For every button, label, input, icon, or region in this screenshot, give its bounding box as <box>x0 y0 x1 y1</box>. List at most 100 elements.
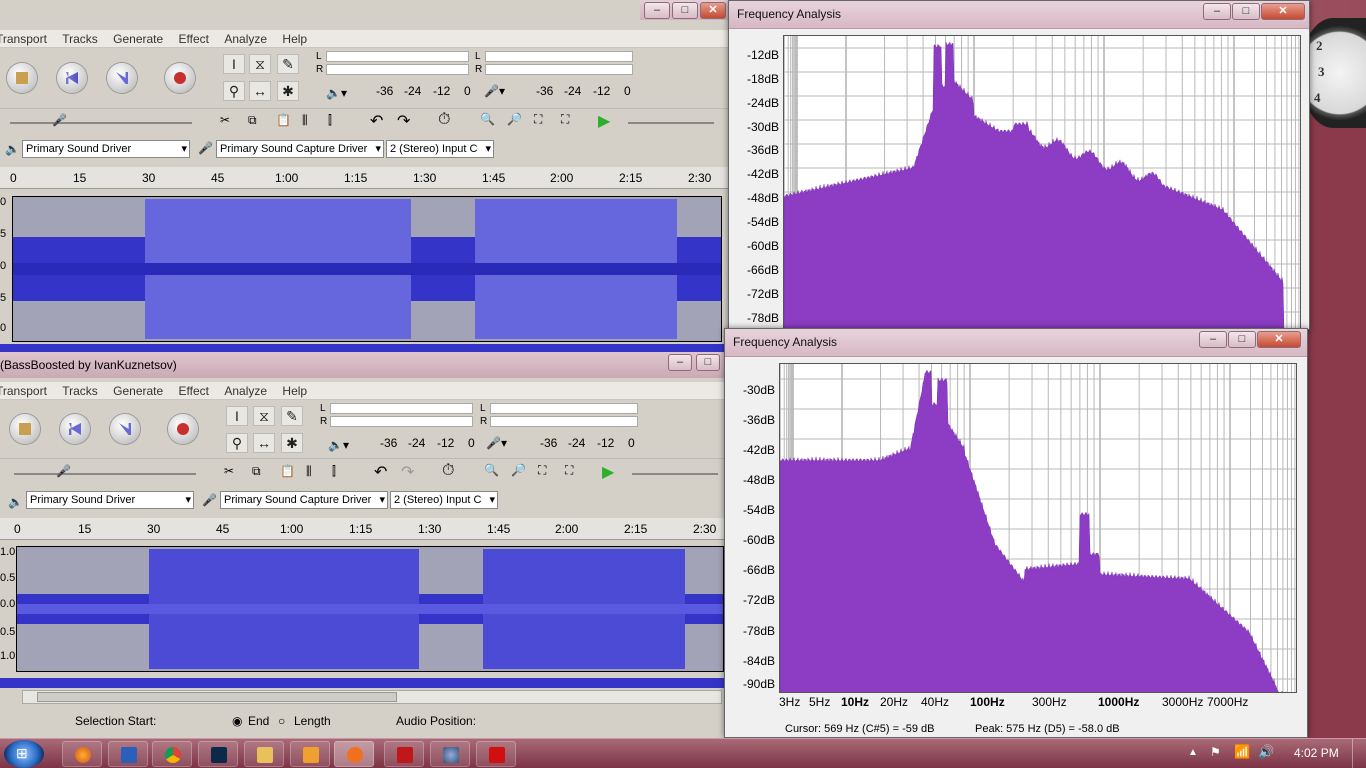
record-button[interactable] <box>165 63 195 93</box>
maximize-button[interactable]: □ <box>1232 3 1260 20</box>
timeline-ruler[interactable]: 0 15 30 45 1:00 1:15 1:30 1:45 2:00 2:15… <box>0 167 728 189</box>
record-meter[interactable]: L R <box>480 402 640 438</box>
undo-icon[interactable]: ↶ <box>370 111 383 131</box>
draw-tool[interactable]: ✎ <box>277 54 299 74</box>
menu-tracks[interactable]: Tracks <box>62 32 98 46</box>
record-button[interactable] <box>168 414 198 444</box>
menu-tracks[interactable]: Tracks <box>62 384 98 398</box>
draw-tool[interactable]: ✎ <box>281 406 303 426</box>
waveform-track[interactable] <box>16 546 724 672</box>
spectrum-plot[interactable] <box>779 363 1297 693</box>
action-center-icon[interactable]: ⚑ <box>1210 745 1221 759</box>
taskbar-app-acrobat[interactable] <box>476 741 516 767</box>
channels-select[interactable]: 2 (Stereo) Input C <box>386 140 494 158</box>
length-radio[interactable]: ○ <box>278 714 285 728</box>
record-meter[interactable]: L R <box>475 50 635 86</box>
cut-icon[interactable]: ✂ <box>224 464 234 478</box>
taskbar-app-audacity[interactable] <box>334 741 374 767</box>
menu-transport[interactable]: Transport <box>0 384 47 398</box>
minimize-button[interactable]: – <box>644 2 670 19</box>
minimize-button[interactable]: – <box>1199 331 1227 348</box>
timeshift-tool[interactable]: ↔ <box>249 81 271 101</box>
taskbar-app-explorer[interactable] <box>244 741 284 767</box>
play-speed-slider[interactable] <box>628 122 714 124</box>
selection-tool[interactable]: I <box>223 54 245 74</box>
output-device-select[interactable]: Primary Sound Driver <box>22 140 190 158</box>
start-button[interactable]: ⊞ <box>4 740 44 768</box>
zoom-out-icon[interactable]: 🔎 <box>511 463 526 477</box>
playback-meter[interactable]: L R <box>320 402 475 438</box>
volume-icon[interactable]: 🔊 <box>1258 744 1274 760</box>
zoom-out-icon[interactable]: 🔎 <box>507 112 522 126</box>
play-at-speed-icon[interactable]: ▶ <box>602 462 614 482</box>
menu-generate[interactable]: Generate <box>113 32 163 46</box>
maximize-button[interactable]: □ <box>672 2 698 19</box>
stop-button[interactable] <box>7 63 37 93</box>
horizontal-scrollbar[interactable] <box>22 690 722 704</box>
zoom-in-icon[interactable]: 🔍 <box>480 112 495 126</box>
skip-start-button[interactable] <box>60 414 90 444</box>
envelope-tool[interactable]: ⧖ <box>249 54 271 74</box>
menu-effect[interactable]: Effect <box>179 384 209 398</box>
show-hidden-icons-icon[interactable]: ▲ <box>1188 747 1198 758</box>
cut-icon[interactable]: ✂ <box>220 113 230 127</box>
input-device-select[interactable]: Primary Sound Capture Driver <box>220 491 388 509</box>
multi-tool[interactable]: ✱ <box>277 81 299 101</box>
maximize-button[interactable]: □ <box>1228 331 1256 348</box>
timeline-ruler[interactable]: 0 15 30 45 1:00 1:15 1:30 1:45 2:00 2:15… <box>0 518 728 540</box>
fit-selection-icon[interactable]: ⛶ <box>534 112 542 127</box>
envelope-tool[interactable]: ⧖ <box>253 406 275 426</box>
sync-lock-icon[interactable]: ⏱ <box>442 462 454 480</box>
show-desktop-button[interactable] <box>1352 739 1366 768</box>
minimize-button[interactable]: – <box>1203 3 1231 20</box>
paste-icon[interactable]: 📋 <box>280 464 295 478</box>
silence-icon[interactable]: ⫿ <box>332 464 336 479</box>
scrollbar-thumb[interactable] <box>37 692 397 702</box>
waveform-track[interactable] <box>12 196 722 342</box>
sync-lock-icon[interactable]: ⏱ <box>438 111 450 129</box>
copy-icon[interactable]: ⧉ <box>248 113 257 128</box>
speaker-icon[interactable]: 🔈▾ <box>326 86 347 100</box>
maximize-button[interactable]: □ <box>696 354 720 371</box>
playback-meter[interactable]: L R <box>316 50 471 86</box>
undo-icon[interactable]: ↶ <box>374 462 387 482</box>
fit-project-icon[interactable]: ⛶ <box>565 463 573 478</box>
play-at-speed-icon[interactable]: ▶ <box>598 111 610 131</box>
menu-effect[interactable]: Effect <box>179 32 209 46</box>
gain-slider[interactable] <box>10 122 90 124</box>
gain-slider[interactable] <box>14 473 94 475</box>
timeshift-tool[interactable]: ↔ <box>253 433 275 453</box>
output-device-select[interactable]: Primary Sound Driver <box>26 491 194 509</box>
network-icon[interactable]: 📶 <box>1234 744 1250 760</box>
spectrum-plot[interactable] <box>783 35 1301 329</box>
fit-selection-icon[interactable]: ⛶ <box>538 463 546 478</box>
trim-icon[interactable]: ⫼ <box>306 464 312 479</box>
zoom-tool[interactable]: ⚲ <box>223 81 245 101</box>
taskbar-app-firefox[interactable] <box>62 741 102 767</box>
menu-analyze[interactable]: Analyze <box>224 384 267 398</box>
input-volume-slider[interactable] <box>80 122 192 124</box>
close-button[interactable]: ✕ <box>700 2 726 19</box>
taskbar-app-photoshop[interactable] <box>198 741 238 767</box>
trim-icon[interactable]: ⫼ <box>302 113 308 128</box>
minimize-button[interactable]: – <box>668 354 692 371</box>
fit-project-icon[interactable]: ⛶ <box>561 112 569 127</box>
close-button[interactable]: ✕ <box>1257 331 1301 348</box>
copy-icon[interactable]: ⧉ <box>252 464 261 479</box>
speaker-icon[interactable]: 🔈▾ <box>328 438 349 452</box>
redo-icon[interactable]: ↷ <box>401 462 414 482</box>
system-clock[interactable]: 4:02 PM <box>1294 746 1339 760</box>
channels-select[interactable]: 2 (Stereo) Input C <box>390 491 498 509</box>
skip-end-button[interactable] <box>110 414 140 444</box>
close-button[interactable]: ✕ <box>1261 3 1305 20</box>
taskbar-app-network-tool[interactable] <box>430 741 470 767</box>
redo-icon[interactable]: ↷ <box>397 111 410 131</box>
menu-transport[interactable]: Transport <box>0 32 47 46</box>
menu-analyze[interactable]: Analyze <box>224 32 267 46</box>
microphone-icon[interactable]: 🎤▾ <box>486 436 507 450</box>
taskbar-app-mcafee[interactable] <box>384 741 424 767</box>
skip-start-button[interactable] <box>57 63 87 93</box>
selection-tool[interactable]: I <box>226 406 248 426</box>
zoom-in-icon[interactable]: 🔍 <box>484 463 499 477</box>
menu-help[interactable]: Help <box>282 32 307 46</box>
